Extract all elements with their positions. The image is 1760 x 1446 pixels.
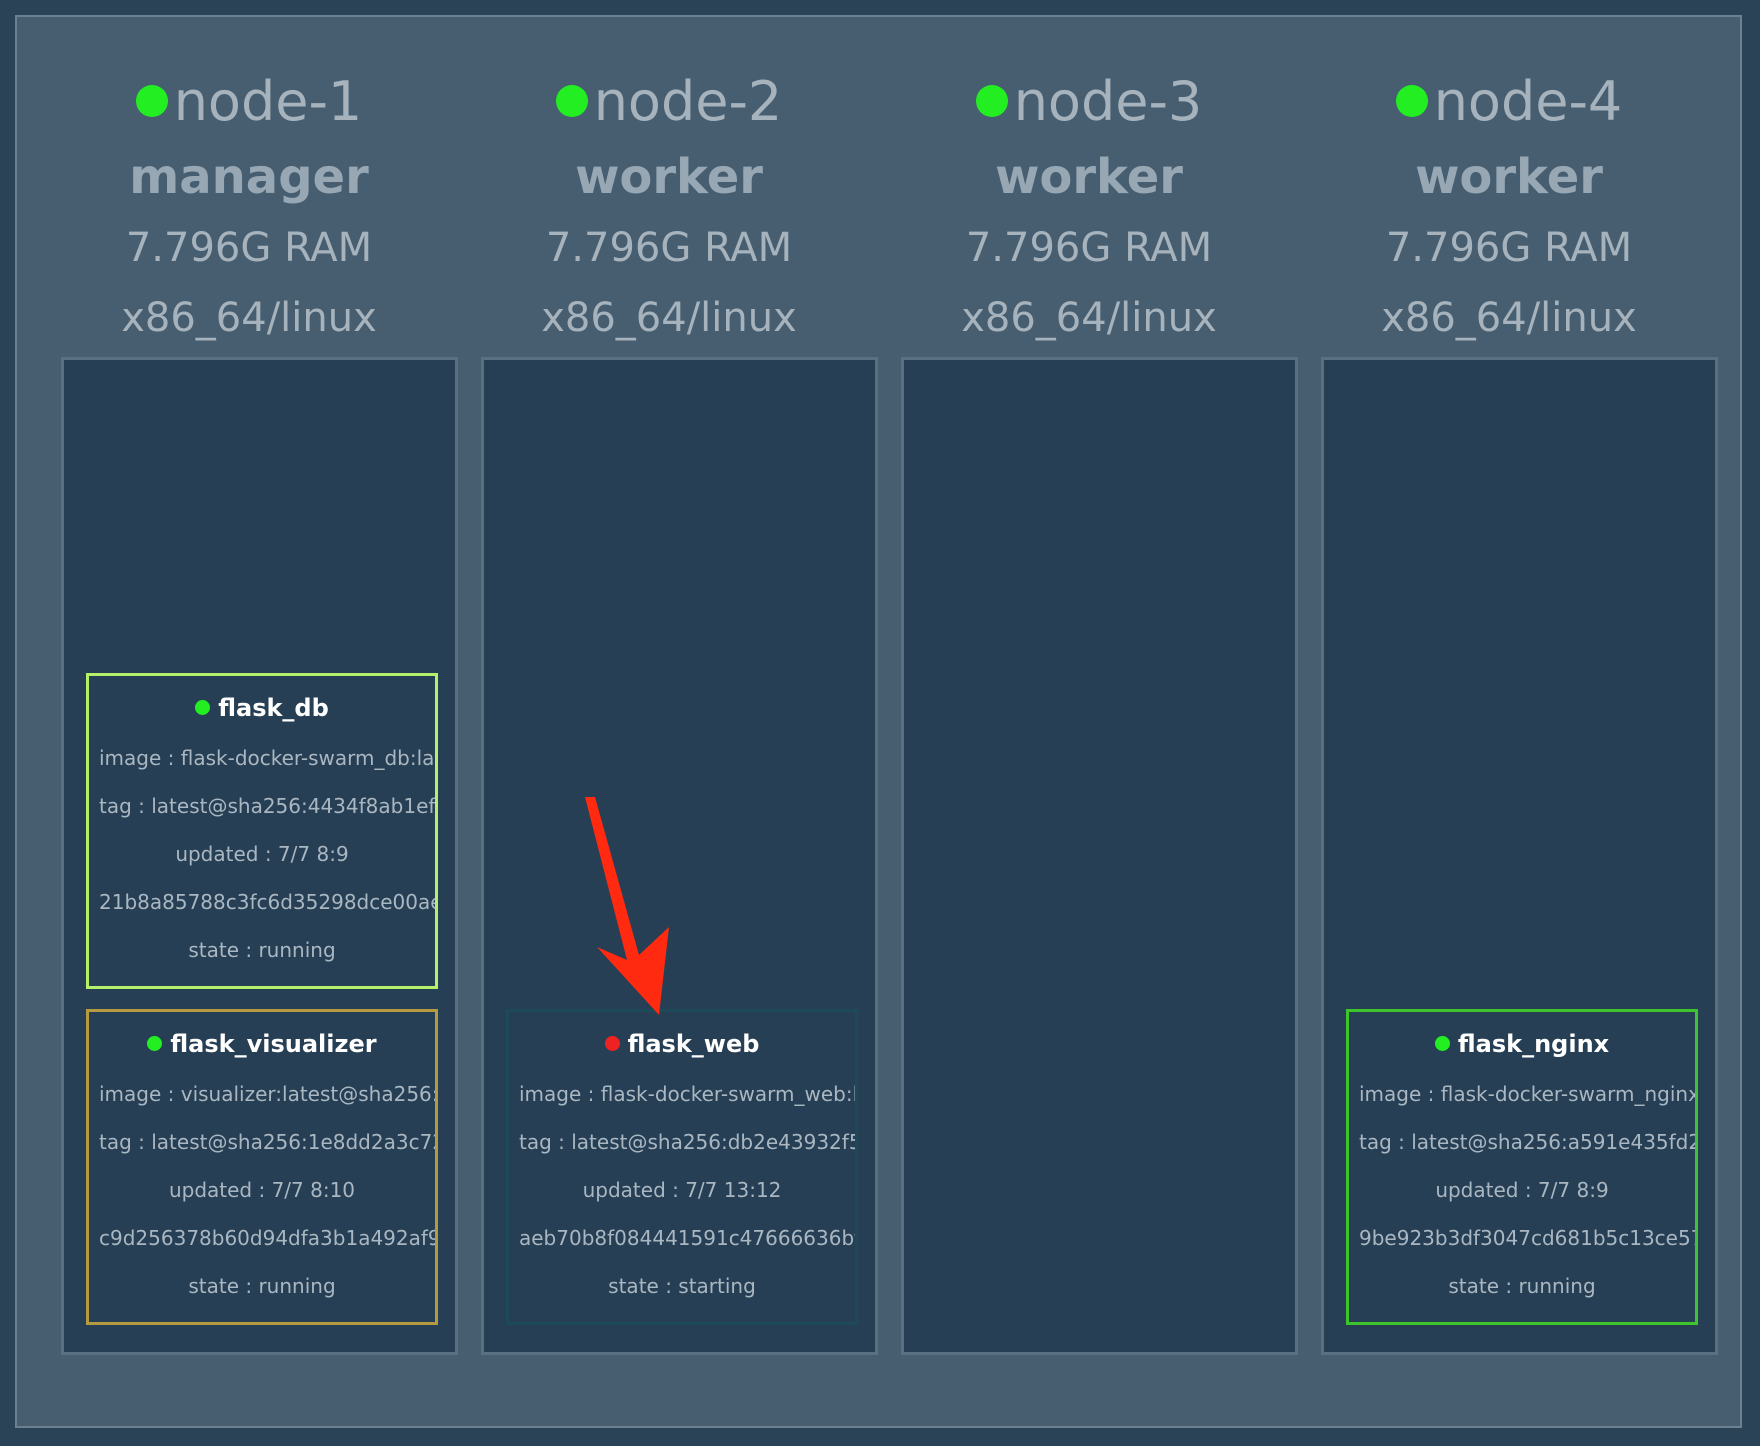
task-name: flask_visualizer [170, 1030, 377, 1058]
task-title: flask_web [509, 1030, 855, 1058]
node-name: node-1 [173, 70, 363, 133]
node-task-lane: flask_nginx image : flask-docker-swarm_n… [1321, 357, 1718, 1355]
node-arch: x86_64/linux [541, 295, 797, 341]
task-name: flask_web [627, 1030, 760, 1058]
task-card-flask-web[interactable]: flask_web image : flask-docker-swarm_web… [506, 1009, 858, 1325]
task-status-dot [195, 699, 211, 715]
task-state: state : running [188, 1274, 336, 1298]
node-role: worker [1415, 149, 1603, 205]
task-state: state : running [1448, 1274, 1596, 1298]
node-status-dot [1395, 85, 1428, 118]
task-status-dot [604, 1035, 620, 1051]
node-name-row: node-1 [49, 67, 449, 137]
node-role: manager [129, 149, 369, 205]
annotation-arrow-icon [585, 797, 669, 1015]
node-ram: 7.796G RAM [965, 225, 1213, 271]
node-status-dot [135, 85, 168, 118]
node-task-lane [901, 357, 1298, 1355]
task-card-flask-visualizer[interactable]: flask_visualizer image : visualizer:late… [86, 1009, 438, 1325]
task-id: 9be923b3df3047cd681b5c13ce57c8 [1359, 1226, 1698, 1250]
task-card-flask-db[interactable]: flask_db image : flask-docker-swarm_db:l… [86, 673, 438, 989]
task-updated: updated : 7/7 8:9 [1435, 1178, 1609, 1202]
node-name: node-2 [593, 70, 783, 133]
task-name: flask_nginx [1457, 1030, 1610, 1058]
node-name-row: node-3 [889, 67, 1289, 137]
task-status-dot [1434, 1035, 1450, 1051]
task-name: flask_db [218, 694, 329, 722]
task-tag: tag : latest@sha256:db2e43932f585c [519, 1130, 855, 1154]
node-arch: x86_64/linux [1381, 295, 1637, 341]
task-status-dot [147, 1035, 163, 1051]
swarm-visualizer-board: node-1 manager 7.796G RAM x86_64/linux f… [15, 15, 1742, 1428]
task-updated: updated : 7/7 8:10 [168, 1178, 356, 1202]
node-name-row: node-4 [1309, 67, 1709, 137]
task-image: image : visualizer:latest@sha256:1e8 [99, 1082, 438, 1106]
task-tag: tag : latest@sha256:4434f8ab1ef594 [99, 794, 438, 818]
node-ram: 7.796G RAM [1385, 225, 1633, 271]
task-updated: updated : 7/7 13:12 [582, 1178, 782, 1202]
node-name-row: node-2 [469, 67, 869, 137]
task-image: image : flask-docker-swarm_web:latest [519, 1082, 858, 1106]
node-ram: 7.796G RAM [545, 225, 793, 271]
node-role: worker [575, 149, 763, 205]
node-ram: 7.796G RAM [125, 225, 373, 271]
task-id: 21b8a85788c3fc6d35298dce00ae0d [99, 890, 438, 914]
task-tag: tag : latest@sha256:1e8dd2a3c7216 [99, 1130, 438, 1154]
node-status-dot [555, 85, 588, 118]
task-title: flask_visualizer [89, 1030, 435, 1058]
task-title: flask_nginx [1349, 1030, 1695, 1058]
task-tag: tag : latest@sha256:a591e435fd2a7b [1359, 1130, 1695, 1154]
task-id: c9d256378b60d94dfa3b1a492af96b [99, 1226, 438, 1250]
task-card-flask-nginx[interactable]: flask_nginx image : flask-docker-swarm_n… [1346, 1009, 1698, 1325]
node-name: node-3 [1013, 70, 1203, 133]
node-arch: x86_64/linux [121, 295, 377, 341]
node-status-dot [975, 85, 1008, 118]
task-image: image : flask-docker-swarm_nginx:latest [1359, 1082, 1695, 1106]
task-id: aeb70b8f084441591c47666636bff21 [519, 1226, 858, 1250]
task-updated: updated : 7/7 8:9 [175, 842, 349, 866]
task-image: image : flask-docker-swarm_db:latest [99, 746, 438, 770]
node-arch: x86_64/linux [961, 295, 1217, 341]
task-state: state : running [188, 938, 336, 962]
task-title: flask_db [89, 694, 435, 722]
node-role: worker [995, 149, 1183, 205]
task-state: state : starting [608, 1274, 756, 1298]
node-task-lane: flask_db image : flask-docker-swarm_db:l… [61, 357, 458, 1355]
node-name: node-4 [1433, 70, 1623, 133]
